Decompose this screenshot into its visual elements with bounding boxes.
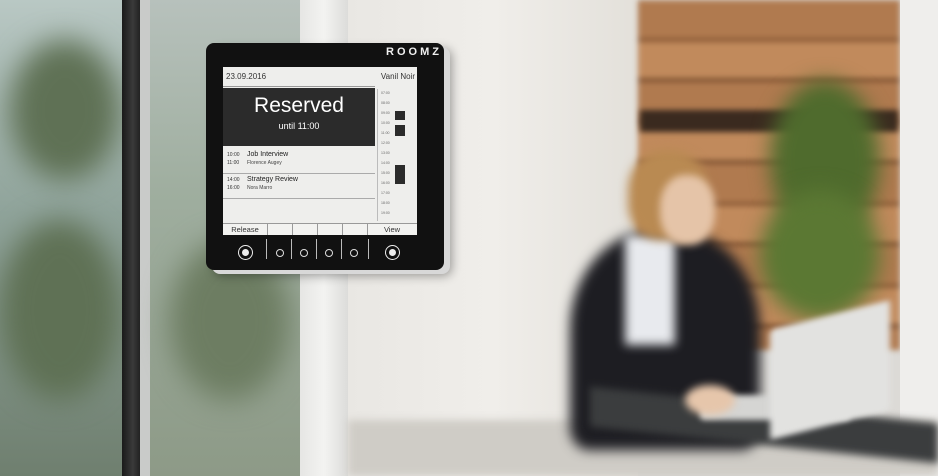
room-name: Vanil Noir [380,72,415,81]
event-start: 14:00 [227,177,240,183]
right-hardware-button[interactable] [385,245,400,260]
button-separator [368,239,369,259]
timeline-booking [395,111,405,120]
brand-logo: ROOMZ [386,46,442,58]
timeline-label: 15:00 [381,171,390,175]
status-subtitle: until 11:00 [278,121,320,131]
door-frame [122,0,140,476]
list-item[interactable]: 14:00 16:00 Strategy Review Nora Marro [223,174,375,199]
timeline-label: 09:00 [381,111,390,115]
event-title: Strategy Review [247,176,298,183]
button-separator [341,239,342,259]
softkey-empty[interactable] [268,224,293,235]
softkey-bar: Release View [223,223,417,235]
timeline-label: 14:00 [381,161,390,165]
timeline-booking [395,165,405,184]
timeline-label: 18:00 [381,201,390,205]
event-start: 10:00 [227,152,240,158]
softkey-empty[interactable] [343,224,368,235]
timeline-booking [395,125,405,136]
softkey-empty[interactable] [293,224,318,235]
small-hardware-button[interactable] [300,249,308,257]
event-organizer: Florence Augey [247,160,282,166]
header-divider [223,86,375,87]
timeline-label: 12:00 [381,141,390,145]
status-panel: Reserved until 11:00 [223,88,375,146]
tree-blur [10,40,120,180]
event-list: 10:00 11:00 Job Interview Florence Augey… [223,149,375,199]
small-hardware-button[interactable] [276,249,284,257]
release-button[interactable]: Release [223,224,268,235]
button-separator [266,239,267,259]
device-screen[interactable]: 23.09.2016 Vanil Noir Reserved until 11:… [223,67,417,235]
event-title: Job Interview [247,151,289,158]
timeline-label: 16:00 [381,181,390,185]
button-separator [316,239,317,259]
timeline-label: 07:00 [381,91,390,95]
small-hardware-button[interactable] [325,249,333,257]
button-separator [291,239,292,259]
softkey-empty[interactable] [318,224,343,235]
person-shirt [625,235,675,345]
timeline-label: 13:00 [381,151,390,155]
plant [760,190,880,320]
hand [685,385,735,415]
door-frame-edge [140,0,150,476]
left-hardware-button[interactable] [238,245,253,260]
status-title: Reserved [254,94,344,117]
timeline-label: 11:00 [381,131,390,135]
event-end: 16:00 [227,185,240,191]
day-timeline: 07:00 08:00 09:00 10:00 11:00 12:00 13:0… [377,89,417,221]
view-button[interactable]: View [368,224,416,235]
timeline-label: 17:00 [381,191,390,195]
small-hardware-button[interactable] [350,249,358,257]
timeline-label: 10:00 [381,121,390,125]
list-item[interactable]: 10:00 11:00 Job Interview Florence Augey [223,149,375,174]
timeline-label: 19:00 [381,211,390,215]
date-label: 23.09.2016 [226,72,267,81]
timeline-label: 08:00 [381,101,390,105]
office-background [0,0,938,476]
tree-blur [0,220,120,400]
right-wall [900,0,938,476]
event-organizer: Nora Marro [247,185,273,191]
event-end: 11:00 [227,160,240,166]
person-face [660,175,715,245]
